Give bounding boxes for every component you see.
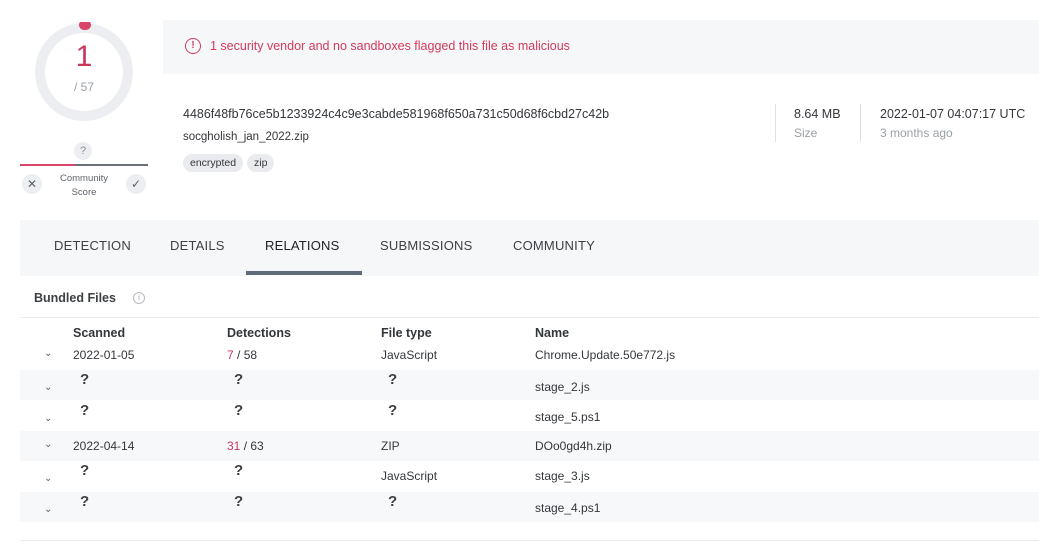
cell-file-type: ? [388,493,398,510]
column-header-file-type: File type [381,326,432,340]
cell-name[interactable]: DOo0gd4h.zip [535,439,612,453]
table-row[interactable]: ⌄ 2022-01-05 7 / 58 JavaScript Chrome.Up… [20,340,1039,370]
file-hash[interactable]: 4486f48fb76ce5b1233924c4c9e3cabde581968f… [183,107,609,121]
cell-scanned: ? [80,493,90,510]
chevron-down-icon[interactable]: ⌄ [44,504,52,515]
cell-name[interactable]: stage_4.ps1 [535,501,600,515]
tab-relations[interactable]: RELATIONS [265,238,340,253]
community-score: ? ✕ Community Score ✓ [20,140,148,202]
divider [860,104,861,142]
file-name: socgholish_jan_2022.zip [183,131,309,143]
alert-circle-icon: ! [185,38,201,54]
tag-zip[interactable]: zip [247,154,275,172]
chevron-down-icon[interactable]: ⌄ [44,473,52,484]
cell-file-type: JavaScript [381,348,438,362]
community-score-bar [20,164,148,166]
last-analysis-relative: 3 months ago [880,126,953,140]
malicious-alert-banner: ! 1 security vendor and no sandboxes fla… [163,20,1039,74]
table-row[interactable]: ⌄ ? ? ? stage_4.ps1 [20,492,1039,522]
cell-scanned: ? [80,371,90,388]
chevron-down-icon[interactable]: ⌄ [44,348,52,359]
cell-scanned: ? [80,402,90,419]
cell-detections: 31 / 63 [227,439,264,453]
upvote-button[interactable]: ✓ [126,174,146,194]
table-row[interactable]: ⌄ ? ? ? stage_2.js [20,370,1039,400]
cell-file-type: ? [388,402,398,419]
alert-text: 1 security vendor and no sandboxes flagg… [210,39,570,53]
last-analysis-date: 2022-01-07 04:07:17 UTC [880,107,1026,121]
downvote-button[interactable]: ✕ [22,174,42,194]
active-tab-indicator [246,271,362,275]
info-icon[interactable]: i [133,292,145,304]
cell-scanned: 2022-01-05 [73,348,135,362]
table-row[interactable]: ⌄ ? ? ? stage_5.ps1 [20,401,1039,431]
tab-detection[interactable]: DETECTION [54,238,131,253]
cell-detections: ? [234,402,244,419]
report-tabs: DETECTION DETAILS RELATIONS SUBMISSIONS … [20,220,1039,276]
file-size-label: Size [794,126,818,140]
column-header-name: Name [535,326,570,340]
cell-detections: ? [234,462,244,479]
cell-name[interactable]: stage_3.js [535,469,590,483]
chevron-down-icon[interactable]: ⌄ [44,382,52,393]
tag-encrypted[interactable]: encrypted [183,154,244,172]
detection-score-gauge: 1 / 57 [34,22,134,122]
cell-name[interactable]: Chrome.Update.50e772.js [535,348,675,362]
cell-name[interactable]: stage_5.ps1 [535,410,600,424]
check-icon: ✓ [130,177,142,191]
cell-file-type: JavaScript [381,469,438,483]
table-row[interactable]: ⌄ 2022-04-14 31 / 63 ZIP DOo0gd4h.zip [20,431,1039,461]
column-header-scanned: Scanned [73,326,126,340]
divider [20,540,1039,541]
cell-detections: ? [234,371,244,388]
column-header-detections: Detections [227,326,291,340]
tab-details[interactable]: DETAILS [170,238,225,253]
cell-scanned: ? [80,462,90,479]
tab-submissions[interactable]: SUBMISSIONS [380,238,473,253]
detection-count: 1 [75,40,93,73]
divider [775,104,776,142]
community-score-label: Community Score [59,173,109,198]
section-title: Bundled Files [34,291,116,305]
bundled-files-header: Bundled Files i [20,280,1039,318]
cell-name[interactable]: stage_2.js [535,380,590,394]
chevron-down-icon[interactable]: ⌄ [44,413,52,424]
cell-file-type: ? [388,371,398,388]
cell-detections: ? [234,493,244,510]
cell-file-type: ZIP [381,439,400,453]
table-row[interactable]: ⌄ ? ? JavaScript stage_3.js [20,461,1039,491]
file-size-value: 8.64 MB [794,107,841,121]
tab-community[interactable]: COMMUNITY [513,238,595,253]
community-unknown-icon: ? [74,142,92,160]
close-icon: ✕ [26,177,38,191]
cell-detections: 7 / 58 [227,348,258,362]
engine-total: / 57 [73,80,94,94]
chevron-down-icon[interactable]: ⌄ [44,439,52,450]
cell-scanned: 2022-04-14 [73,439,135,453]
community-score-fill [20,164,76,166]
